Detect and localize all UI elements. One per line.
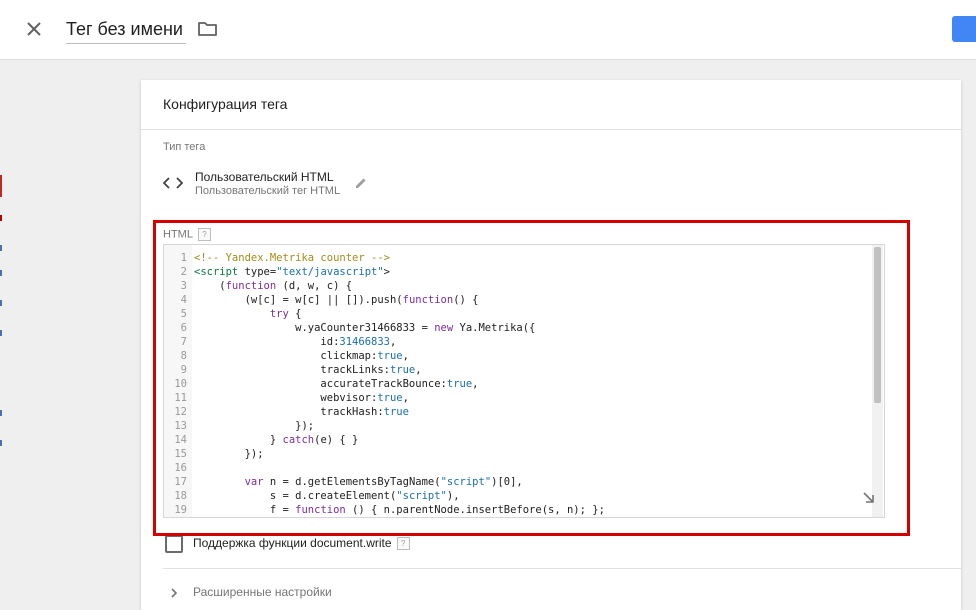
code-text: webvisor:true, xyxy=(194,392,409,404)
background-edge-mark xyxy=(0,245,2,251)
document-write-label: Поддержка функции document.write? xyxy=(193,536,410,551)
advanced-settings-label: Расширенные настройки xyxy=(193,585,332,599)
line-number: 2 xyxy=(180,266,187,278)
line-number: 4 xyxy=(180,294,187,306)
top-bar: Тег без имени xyxy=(0,0,976,60)
code-text: }); xyxy=(194,420,315,432)
background-edge-mark xyxy=(0,300,2,306)
code-text: <script type="text/javascript"> xyxy=(194,266,390,278)
line-number: 1 xyxy=(180,252,187,264)
tag-configuration-card: Конфигурация тега Тип тега Пользовательс… xyxy=(141,80,961,610)
card-header: Конфигурация тега xyxy=(141,80,961,130)
code-line: 19 f = function () { n.parentNode.insert… xyxy=(164,503,605,517)
tag-name-field[interactable]: Тег без имени xyxy=(66,15,186,44)
code-text: w.yaCounter31466833 = new Ya.Metrika({ xyxy=(194,322,536,334)
folder-button[interactable] xyxy=(197,18,219,40)
folder-icon xyxy=(198,22,217,36)
code-text: f = function () { n.parentNode.insertBef… xyxy=(194,504,605,516)
editor-scrollbar[interactable] xyxy=(872,245,883,517)
line-number: 6 xyxy=(180,322,187,334)
divider xyxy=(163,568,961,569)
resize-handle-icon[interactable] xyxy=(862,491,876,505)
close-icon xyxy=(27,22,41,36)
code-line: 17 var n = d.getElementsByTagName("scrip… xyxy=(164,475,522,489)
line-number: 13 xyxy=(174,420,187,432)
html-label-text: HTML xyxy=(163,228,193,241)
code-text: (function (d, w, c) { xyxy=(194,280,353,292)
code-text: s = d.createElement("script"), xyxy=(194,490,460,502)
code-line: 18 s = d.createElement("script"), xyxy=(164,489,459,503)
code-line: 15 }); xyxy=(164,447,263,461)
code-line: 10 accurateTrackBounce:true, xyxy=(164,377,478,391)
line-number: 17 xyxy=(174,476,187,488)
html-field-label: HTML? xyxy=(163,228,211,241)
code-text: var n = d.getElementsByTagName("script")… xyxy=(244,476,523,488)
code-line: 4 (w[c] = w[c] || []).push(function() { xyxy=(164,293,479,307)
background-edge-mark xyxy=(0,410,2,416)
background-edge-mark xyxy=(0,215,2,221)
code-text: clickmap:true, xyxy=(194,350,409,362)
close-button[interactable] xyxy=(22,17,46,41)
code-icon xyxy=(163,177,183,189)
code-line: 13 }); xyxy=(164,419,314,433)
code-line: 8 clickmap:true, xyxy=(164,349,409,363)
code-line: 6 w.yaCounter31466833 = new Ya.Metrika({ xyxy=(164,321,536,335)
code-text: try { xyxy=(269,308,302,320)
code-lines: 1 <!-- Yandex.Metrika counter --> 2 <script… xyxy=(164,251,605,517)
code-line: 14 } catch(e) { } xyxy=(164,433,358,447)
chevron-right-icon xyxy=(171,588,178,598)
code-line: 11 webvisor:true, xyxy=(164,391,409,405)
line-number: 16 xyxy=(174,462,187,474)
code-line: 3 (function (d, w, c) { xyxy=(164,279,352,293)
code-line: 12 trackHash:true xyxy=(164,405,409,419)
code-line: 16 xyxy=(164,461,187,475)
save-button[interactable] xyxy=(952,16,976,42)
code-text: trackLinks:true, xyxy=(194,364,422,376)
scrollbar-thumb[interactable] xyxy=(874,247,881,403)
background-edge-mark xyxy=(0,175,2,197)
line-number: 5 xyxy=(180,308,187,320)
line-number: 18 xyxy=(174,490,187,502)
line-number: 15 xyxy=(174,448,187,460)
help-icon[interactable]: ? xyxy=(197,228,211,241)
line-number: 14 xyxy=(174,434,187,446)
pencil-icon[interactable] xyxy=(354,176,368,190)
line-number: 8 xyxy=(180,350,187,362)
code-line: 7 id:31466833, xyxy=(164,335,397,349)
code-text: accurateTrackBounce:true, xyxy=(194,378,479,390)
code-line: 1 <!-- Yandex.Metrika counter --> xyxy=(164,251,390,265)
code-line: 2 <script type="text/javascript"> xyxy=(164,265,390,279)
line-number: 11 xyxy=(174,392,187,404)
tag-type-label: Тип тега xyxy=(163,141,206,153)
code-text: trackHash:true xyxy=(194,406,409,418)
line-number: 12 xyxy=(174,406,187,418)
html-code-editor[interactable]: 1 <!-- Yandex.Metrika counter --> 2 <script… xyxy=(163,244,885,518)
code-line: 5 try { xyxy=(164,307,302,321)
code-text: } catch(e) { } xyxy=(194,434,359,446)
document-write-checkbox[interactable] xyxy=(165,535,183,553)
line-number: 10 xyxy=(174,378,187,390)
line-number: 9 xyxy=(180,364,187,376)
tag-type-description: Пользовательский тег HTML xyxy=(195,185,341,197)
background-edge-mark xyxy=(0,440,2,446)
code-line: 9 trackLinks:true, xyxy=(164,363,422,377)
tag-type-name: Пользовательский HTML xyxy=(195,170,334,184)
code-text: id:31466833, xyxy=(194,336,397,348)
line-number: 7 xyxy=(180,336,187,348)
tag-type-selector[interactable]: Пользовательский HTML Пользовательский т… xyxy=(163,170,463,200)
code-text: (w[c] = w[c] || []).push(function() { xyxy=(194,294,479,306)
background-edge-mark xyxy=(0,270,2,276)
code-text: }); xyxy=(194,448,264,460)
background-edge-mark xyxy=(0,330,2,336)
line-number: 3 xyxy=(180,280,187,292)
help-icon[interactable]: ? xyxy=(396,537,410,551)
line-number: 19 xyxy=(174,504,187,516)
code-text: <!-- Yandex.Metrika counter --> xyxy=(194,252,390,264)
